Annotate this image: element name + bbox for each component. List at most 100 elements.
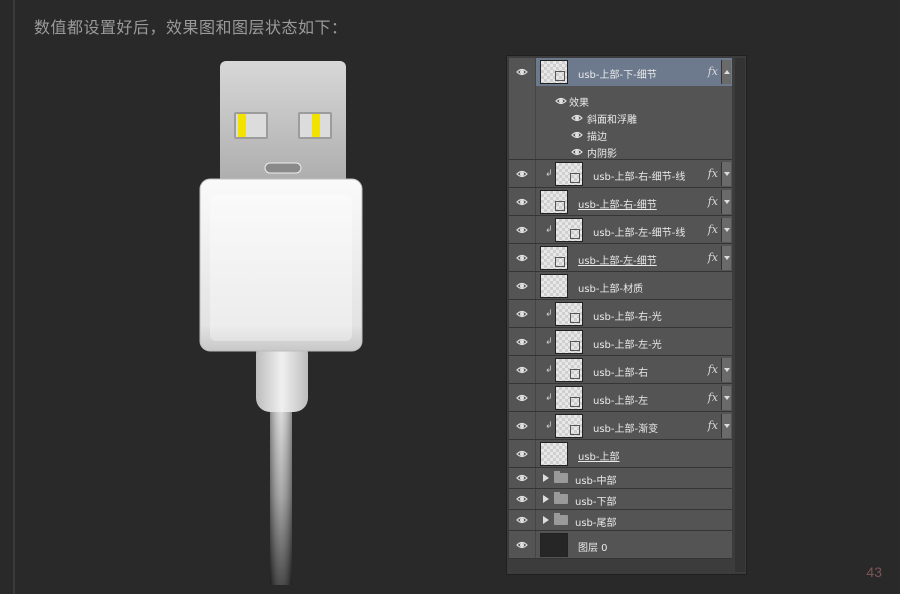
layer-thumbnail [540, 533, 568, 557]
eye-icon[interactable] [516, 392, 528, 404]
eye-icon[interactable] [516, 168, 528, 180]
fx-badge[interactable]: fx [708, 167, 718, 180]
fx-badge[interactable]: fx [708, 363, 718, 376]
effect-item[interactable]: 内阴影 [587, 145, 617, 160]
eye-icon[interactable] [516, 336, 528, 348]
expand-effects-icon[interactable] [721, 218, 731, 242]
layer-row[interactable]: ↲ usb-上部-渐变 fx [509, 412, 732, 440]
layer-name: usb-上部-渐变 [593, 424, 659, 435]
eye-icon[interactable] [516, 493, 528, 505]
clipping-mask-icon: ↲ [545, 309, 553, 319]
eye-icon[interactable] [555, 95, 567, 107]
usb-left-contact [234, 112, 268, 139]
clipping-mask-icon: ↲ [545, 365, 553, 375]
page-heading: 数值都设置好后，效果图和图层状态如下： [34, 18, 348, 37]
layer-row[interactable]: usb-上部-下-细节 fx 效果 斜面和浮雕 描边 内阴影 [509, 58, 732, 160]
layer-row[interactable]: 图层 0 [509, 531, 732, 559]
eye-icon[interactable] [571, 129, 583, 141]
layer-name: usb-上部-材质 [578, 284, 644, 295]
eye-icon[interactable] [571, 146, 583, 158]
layer-thumbnail [555, 358, 583, 382]
triangle-right-icon[interactable] [543, 474, 549, 482]
expand-effects-icon[interactable] [721, 162, 731, 186]
eye-icon[interactable] [516, 448, 528, 460]
layer-row[interactable]: ↲ usb-上部-左-光 [509, 328, 732, 356]
fx-badge[interactable]: fx [708, 251, 718, 264]
usb-right-contact [298, 112, 332, 139]
fx-badge[interactable]: fx [708, 65, 718, 78]
layer-row[interactable]: ↲ usb-上部-左 fx [509, 384, 732, 412]
eye-icon[interactable] [516, 280, 528, 292]
layer-row[interactable]: ↲ usb-上部-左-细节-线 fx [509, 216, 732, 244]
layer-row[interactable]: ↲ usb-上部-右-光 [509, 300, 732, 328]
layer-group-row[interactable]: usb-中部 [509, 468, 732, 489]
eye-icon[interactable] [516, 252, 528, 264]
folder-icon [554, 492, 568, 504]
eye-icon[interactable] [516, 66, 528, 78]
eye-icon[interactable] [516, 514, 528, 526]
left-divider [13, 0, 15, 594]
layer-thumbnail [555, 162, 583, 186]
layer-name: usb-下部 [575, 497, 617, 508]
layers-list: usb-上部-下-细节 fx 效果 斜面和浮雕 描边 内阴影 ↲ usb-上部-右-细节-线 f… [509, 58, 732, 559]
layer-name: usb-上部 [578, 452, 620, 463]
eye-icon[interactable] [516, 224, 528, 236]
page-number: 43 [866, 564, 882, 580]
layer-thumbnail [540, 274, 568, 298]
clipping-mask-icon: ↲ [545, 169, 553, 179]
layer-thumbnail [555, 302, 583, 326]
layer-row[interactable]: usb-上部-右-细节 fx [509, 188, 732, 216]
layer-name: usb-尾部 [575, 518, 617, 529]
expand-effects-icon[interactable] [721, 414, 731, 438]
eye-icon[interactable] [516, 420, 528, 432]
layer-row[interactable]: ↲ usb-上部-右 fx [509, 356, 732, 384]
usb-connector-illustration [199, 61, 363, 585]
effect-item[interactable]: 描边 [587, 128, 607, 143]
clipping-mask-icon: ↲ [545, 393, 553, 403]
layer-thumbnail [540, 190, 568, 214]
layer-name: usb-上部-右-光 [593, 312, 662, 323]
layer-name: usb-上部-左-光 [593, 340, 662, 351]
layer-row[interactable]: usb-上部-材质 [509, 272, 732, 300]
expand-effects-icon[interactable] [721, 386, 731, 410]
layer-thumbnail [540, 60, 568, 84]
eye-icon[interactable] [516, 308, 528, 320]
clipping-mask-icon: ↲ [545, 337, 553, 347]
layer-row[interactable]: usb-上部 [509, 440, 732, 468]
eye-icon[interactable] [516, 196, 528, 208]
eye-icon[interactable] [516, 364, 528, 376]
layer-name: usb-中部 [575, 476, 617, 487]
triangle-right-icon[interactable] [543, 495, 549, 503]
layer-thumbnail [540, 246, 568, 270]
layer-group-row[interactable]: usb-下部 [509, 489, 732, 510]
usb-slot [264, 162, 302, 174]
fx-badge[interactable]: fx [708, 223, 718, 236]
layer-thumbnail [555, 330, 583, 354]
layer-name: usb-上部-左 [593, 396, 649, 407]
layer-row[interactable]: usb-上部-左-细节 fx [509, 244, 732, 272]
clipping-mask-icon: ↲ [545, 225, 553, 235]
fx-badge[interactable]: fx [708, 195, 718, 208]
layer-name: usb-上部-右 [593, 368, 649, 379]
folder-icon [554, 471, 568, 483]
effects-label: 效果 [569, 98, 589, 109]
collapse-effects-icon[interactable] [721, 60, 731, 84]
clipping-mask-icon: ↲ [545, 421, 553, 431]
expand-effects-icon[interactable] [721, 190, 731, 214]
layers-scrollbar[interactable] [735, 58, 745, 572]
effect-item[interactable]: 斜面和浮雕 [587, 111, 637, 126]
layer-thumbnail [555, 386, 583, 410]
layer-name: usb-上部-左-细节 [578, 256, 657, 267]
fx-badge[interactable]: fx [708, 419, 718, 432]
eye-icon[interactable] [516, 472, 528, 484]
eye-icon[interactable] [516, 539, 528, 551]
expand-effects-icon[interactable] [721, 358, 731, 382]
layer-row[interactable]: ↲ usb-上部-右-细节-线 fx [509, 160, 732, 188]
triangle-right-icon[interactable] [543, 516, 549, 524]
eye-icon[interactable] [571, 112, 583, 124]
expand-effects-icon[interactable] [721, 246, 731, 270]
layer-thumbnail [555, 218, 583, 242]
layer-group-row[interactable]: usb-尾部 [509, 510, 732, 531]
layer-name: usb-上部-右-细节-线 [593, 172, 686, 183]
fx-badge[interactable]: fx [708, 391, 718, 404]
